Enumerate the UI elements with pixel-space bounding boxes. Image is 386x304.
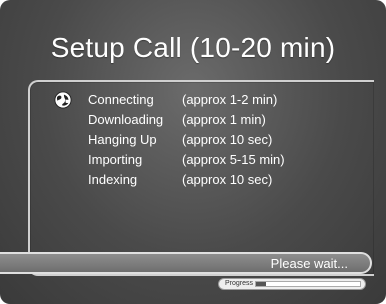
progress-fill (256, 282, 267, 286)
step-time: (approx 1 min) (182, 112, 266, 127)
setup-call-screen: Setup Call (10-20 min) Connecting (appro… (0, 0, 386, 304)
status-bar: Please wait... (0, 252, 372, 274)
step-time: (approx 1-2 min) (182, 92, 278, 107)
list-item: Downloading (approx 1 min) (54, 110, 354, 130)
globe-icon (54, 91, 72, 109)
progress-track (255, 281, 361, 287)
step-label: Indexing (88, 172, 138, 187)
step-time: (approx 10 sec) (182, 172, 273, 187)
progress-indicator: Progress (218, 278, 366, 290)
step-label: Downloading (88, 112, 164, 127)
step-time: (approx 5-15 min) (182, 152, 285, 167)
list-item: Importing (approx 5-15 min) (54, 150, 354, 170)
step-label: Connecting (88, 92, 154, 107)
list-item: Indexing (approx 10 sec) (54, 170, 354, 190)
page-title: Setup Call (10-20 min) (50, 32, 336, 63)
step-label: Hanging Up (88, 132, 157, 147)
status-text: Please wait... (270, 256, 348, 271)
list-item: Hanging Up (approx 10 sec) (54, 130, 354, 150)
list-item: Connecting (approx 1-2 min) (54, 90, 354, 110)
step-time: (approx 10 sec) (182, 132, 273, 147)
step-label: Importing (88, 152, 143, 167)
steps-list: Connecting (approx 1-2 min) Downloading … (54, 90, 354, 190)
progress-label: Progress (225, 280, 254, 287)
